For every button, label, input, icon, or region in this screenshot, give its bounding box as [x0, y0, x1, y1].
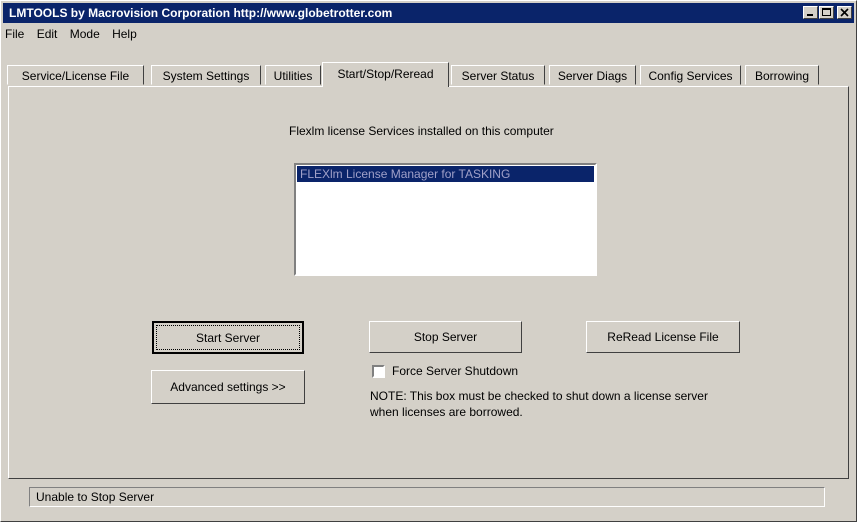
start-stop-reread-panel: [8, 86, 849, 479]
force-shutdown-label: Force Server Shutdown: [392, 364, 519, 378]
maximize-button[interactable]: [819, 6, 834, 19]
service-list-item[interactable]: FLEXlm License Manager for TASKING: [297, 166, 594, 182]
tab-borrowing[interactable]: Borrowing: [745, 65, 819, 85]
title-bar[interactable]: LMTOOLS by Macrovision Corporation http:…: [3, 3, 854, 23]
status-bar: Unable to Stop Server: [29, 487, 825, 507]
tab-utilities[interactable]: Utilities: [265, 65, 321, 85]
advanced-settings-button[interactable]: Advanced settings >>: [151, 370, 305, 404]
start-server-label: Start Server: [156, 325, 300, 350]
maximize-icon: [822, 8, 831, 16]
menu-mode[interactable]: Mode: [70, 27, 100, 41]
close-icon: [840, 8, 849, 17]
reread-license-file-button[interactable]: ReRead License File: [586, 321, 740, 353]
menu-edit[interactable]: Edit: [37, 27, 58, 41]
menu-help[interactable]: Help: [112, 27, 137, 41]
stop-server-button[interactable]: Stop Server: [369, 321, 522, 353]
window-title: LMTOOLS by Macrovision Corporation http:…: [9, 6, 393, 20]
tab-config-services[interactable]: Config Services: [640, 65, 741, 85]
note-line-1: NOTE: This box must be checked to shut d…: [370, 389, 708, 403]
note-line-2: when licenses are borrowed.: [370, 405, 523, 419]
tab-start-stop-reread[interactable]: Start/Stop/Reread: [322, 62, 449, 87]
tab-system-settings[interactable]: System Settings: [151, 65, 261, 85]
force-shutdown-checkbox[interactable]: [372, 365, 385, 378]
tab-server-diags[interactable]: Server Diags: [549, 65, 636, 85]
start-server-button[interactable]: Start Server: [152, 321, 304, 354]
minimize-button[interactable]: [803, 6, 818, 19]
menu-file[interactable]: File: [5, 27, 24, 41]
tab-server-status[interactable]: Server Status: [451, 65, 545, 85]
services-heading: Flexlm license Services installed on thi…: [289, 124, 554, 138]
lmtools-window: LMTOOLS by Macrovision Corporation http:…: [0, 0, 857, 522]
menu-bar: File Edit Mode Help: [5, 27, 146, 45]
close-button[interactable]: [837, 6, 852, 19]
minimize-icon: [807, 14, 813, 16]
services-listbox[interactable]: FLEXlm License Manager for TASKING: [294, 163, 597, 276]
tab-service-license-file[interactable]: Service/License File: [7, 65, 144, 85]
